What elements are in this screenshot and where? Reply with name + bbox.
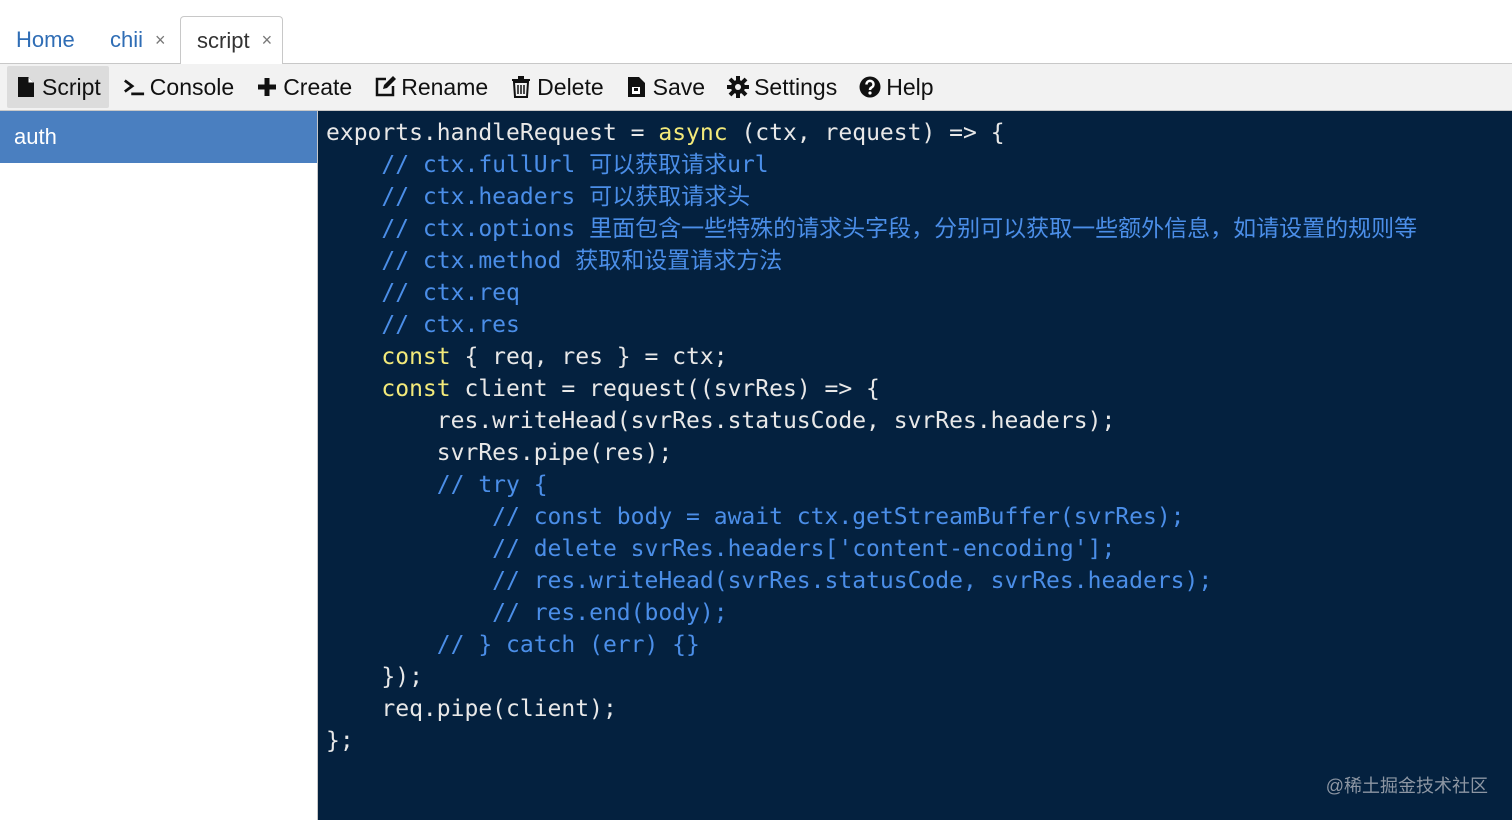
edit-icon bbox=[374, 75, 397, 99]
delete-button-label: Delete bbox=[537, 73, 604, 100]
code-line: const { req, res } = ctx; bbox=[381, 344, 728, 370]
code-line: res.writeHead(svrRes.statusCode, svrRes.… bbox=[326, 408, 1116, 434]
tab-home[interactable]: Home bbox=[16, 16, 75, 64]
sidebar-item-label: auth bbox=[14, 124, 57, 149]
settings-button[interactable]: Settings bbox=[719, 66, 845, 108]
settings-button-label: Settings bbox=[754, 73, 838, 100]
code-line: // ctx.headers 可以获取请求头 bbox=[381, 184, 751, 210]
code-line: // ctx.req bbox=[381, 280, 520, 306]
console-button-label: Console bbox=[149, 73, 235, 100]
sidebar-item-auth[interactable]: auth bbox=[0, 111, 317, 163]
close-icon[interactable]: × bbox=[262, 30, 273, 51]
console-button[interactable]: Console bbox=[115, 66, 242, 108]
tab-script[interactable]: script × bbox=[180, 16, 283, 65]
help-icon bbox=[859, 75, 881, 99]
code-line: // res.end(body); bbox=[492, 600, 728, 626]
create-button-label: Create bbox=[283, 73, 353, 100]
code-line: }; bbox=[326, 728, 354, 754]
watermark: @稀土掘金技术社区 bbox=[1325, 776, 1488, 796]
help-button[interactable]: Help bbox=[851, 66, 941, 108]
code-editor[interactable]: exports.handleRequest = async (ctx, requ… bbox=[318, 111, 1512, 820]
create-button[interactable]: Create bbox=[248, 66, 360, 108]
tab-chii[interactable]: chii × bbox=[110, 16, 166, 64]
code-line: // ctx.fullUrl 可以获取请求url bbox=[381, 152, 769, 178]
plus-icon bbox=[256, 75, 278, 99]
save-file-icon bbox=[626, 75, 648, 99]
code-line: // const body = await ctx.getStreamBuffe… bbox=[492, 504, 1185, 530]
script-button[interactable]: Script bbox=[7, 66, 109, 108]
tab-bar: Home chii × script × bbox=[0, 0, 1512, 65]
rename-button[interactable]: Rename bbox=[366, 66, 496, 108]
gear-icon bbox=[727, 75, 750, 99]
delete-button[interactable]: Delete bbox=[502, 66, 611, 108]
code-content[interactable]: exports.handleRequest = async (ctx, requ… bbox=[326, 117, 1417, 757]
terminal-icon bbox=[123, 75, 145, 99]
script-list-sidebar: auth bbox=[0, 111, 318, 820]
tab-chii-label: chii bbox=[110, 27, 144, 52]
code-line: const client = request((svrRes) => { bbox=[381, 376, 880, 402]
code-line: // try { bbox=[436, 472, 548, 498]
script-button-label: Script bbox=[42, 73, 101, 100]
trash-icon bbox=[510, 75, 532, 99]
help-button-label: Help bbox=[886, 73, 934, 100]
tab-script-label: script bbox=[197, 27, 250, 53]
rename-button-label: Rename bbox=[401, 73, 489, 100]
save-button-label: Save bbox=[652, 73, 706, 100]
code-line: // ctx.res bbox=[381, 312, 520, 338]
code-line: svrRes.pipe(res); bbox=[326, 440, 673, 466]
code-line: }); bbox=[326, 664, 423, 690]
code-line: // res.writeHead(svrRes.statusCode, svrR… bbox=[492, 568, 1213, 594]
code-line: req.pipe(client); bbox=[326, 696, 617, 722]
code-line: // delete svrRes.headers['content-encodi… bbox=[492, 536, 1116, 562]
code-line: // ctx.method 获取和设置请求方法 bbox=[381, 248, 783, 274]
save-button[interactable]: Save bbox=[618, 66, 713, 108]
close-icon[interactable]: × bbox=[155, 30, 166, 51]
tab-home-label: Home bbox=[16, 27, 75, 52]
file-icon bbox=[15, 75, 37, 99]
code-line: // } catch (err) {} bbox=[436, 632, 700, 658]
toolbar: Script Console Create Rename Delete Save bbox=[0, 64, 1512, 111]
code-line: exports.handleRequest = async (ctx, requ… bbox=[326, 120, 1005, 146]
code-line: // ctx.options 里面包含一些特殊的请求头字段，分别可以获取一些额外… bbox=[381, 216, 1418, 242]
